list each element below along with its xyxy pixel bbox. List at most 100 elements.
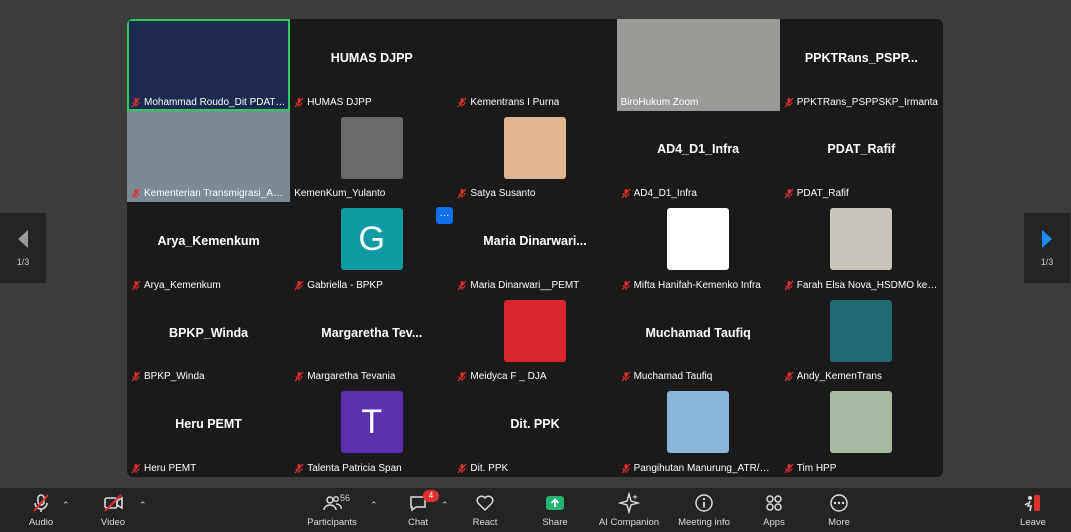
participant-tile[interactable]: AD4_D1_Infra AD4_D1_Infra [617,111,780,203]
page-indicator-right: 1/3 [1040,257,1054,267]
participant-tile[interactable]: Arya_Kemenkum Arya_Kemenkum [127,202,290,294]
participant-tile[interactable]: BPKP_Winda BPKP_Winda [127,294,290,386]
participant-name: Tim HPP [796,462,837,474]
participant-name: KemenKum_Yulanto [294,188,386,200]
participant-name-label: Margaretha Tevania [294,370,449,383]
mic-muted-icon [131,280,141,291]
participant-name: Mohammad Roudo_Dit PDAT Ba... [144,96,287,108]
mic-muted-icon [621,188,631,199]
more-options-button[interactable]: ··· [436,207,453,224]
participant-tile[interactable]: Kementerian Transmigrasi_Ab... [127,110,291,203]
participant-tile[interactable]: Heru PEMT Heru PEMT [127,385,290,477]
participant-tile[interactable]: Maria Dinarwari... Maria Dinarwari__PEMT [453,202,616,294]
share-button[interactable]: Share [520,492,590,528]
info-icon [695,494,713,512]
participant-tile[interactable]: Kementrans I Purna [453,19,616,111]
participant-tile[interactable]: Dit. PPK Dit. PPK [453,385,616,477]
chat-label: Chat [407,517,429,528]
participant-tile[interactable]: T Talenta Patricia Span [290,385,453,477]
participant-tile[interactable]: Andy_KemenTrans [780,294,943,386]
mic-muted-icon [294,280,304,291]
participant-tile[interactable]: Margaretha Tev... Margaretha Tevania [290,294,453,386]
chat-options-caret[interactable]: ⌃ [441,500,449,511]
participant-avatar [503,116,566,179]
participant-tile[interactable]: PDAT_Rafif PDAT_Rafif [780,111,943,203]
participant-avatar [667,391,730,454]
participant-tile[interactable]: Muchamad Taufiq Muchamad Taufiq [617,294,780,386]
audio-options-caret[interactable]: ⌃ [62,500,70,511]
participant-tile[interactable]: BiroHukum Zoom [616,19,780,111]
participant-tile[interactable]: Mohammad Roudo_Dit PDAT Ba... [127,19,291,111]
chevron-left-icon [18,230,28,248]
react-button[interactable]: React [450,492,520,528]
apps-label: Apps [763,517,785,528]
participant-tile[interactable]: Tim HPP [780,385,943,477]
participant-avatar [830,391,893,454]
leave-button[interactable]: Leave [998,492,1068,528]
participant-name-label: Gabriella - BPKP [294,279,449,292]
participant-tile[interactable]: HUMAS DJPP HUMAS DJPP [290,19,453,111]
participant-name-label: Farah Elsa Nova_HSDMO kem... [784,279,939,292]
participants-label: Participants [307,517,357,528]
video-button[interactable]: Video [78,492,148,528]
share-screen-icon [546,496,564,510]
next-page-button[interactable]: 1/3 [1024,213,1070,283]
participant-name-label: Muchamad Taufiq [621,370,776,383]
participant-initial-avatar: G [340,208,403,271]
meeting-info-button[interactable]: Meeting info [669,492,739,528]
more-dots-icon [830,494,848,512]
more-button[interactable]: More [804,492,874,528]
participant-name: Heru PEMT [144,462,197,474]
participant-tile[interactable]: Mifta Hanifah-Kemenko Infra [617,202,780,294]
participant-name: Talenta Patricia Span [307,462,402,474]
participant-tile[interactable]: Pangihutan Manurung_ATR/BP... [617,385,780,477]
mic-muted-icon [457,280,467,291]
ai-companion-label: AI Companion [598,517,660,528]
participant-name-label: HUMAS DJPP [294,96,449,109]
mic-muted-icon [457,463,467,474]
participant-name: Satya Susanto [470,188,536,200]
apps-button[interactable]: Apps [739,492,809,528]
participant-name: Kementerian Transmigrasi_Ab... [144,188,287,200]
participant-name: Pangihutan Manurung_ATR/BP... [633,462,776,474]
more-label: More [828,517,850,528]
participant-name: Dit. PPK [470,462,509,474]
previous-page-button[interactable]: 1/3 [0,213,46,283]
participant-name: AD4_D1_Infra [633,188,697,200]
participant-name: Margaretha Tevania [307,371,396,383]
participant-name-label: PPKTRans_PSPPSKP_Irmanta [784,96,939,109]
sparkle-icon [618,492,640,514]
participant-tile[interactable]: KemenKum_Yulanto [290,111,453,203]
participant-display-name: Maria Dinarwari... [483,233,587,248]
participant-name-label: Heru PEMT [131,462,286,475]
mic-muted-icon [457,97,467,107]
heart-icon [476,495,494,512]
page-indicator-left: 1/3 [16,257,30,267]
participant-name: Mifta Hanifah-Kemenko Infra [633,279,761,291]
participant-tile[interactable]: Farah Elsa Nova_HSDMO kem... [780,202,943,294]
mic-muted-icon [294,97,304,107]
participant-name: Gabriella - BPKP [307,279,383,291]
meeting-toolbar: Audio ⌃ Video ⌃ 56 Participants ⌃ 4 Chat… [0,488,1071,532]
participant-tile[interactable]: PPKTRans_PSPP... PPKTRans_PSPPSKP_Irmanta [780,19,943,111]
participant-initial-avatar: T [340,391,403,454]
participants-options-caret[interactable]: ⌃ [370,500,378,511]
mic-muted-icon [621,371,631,382]
participant-name: Maria Dinarwari__PEMT [470,279,580,291]
participant-name-label: Mifta Hanifah-Kemenko Infra [621,279,776,292]
participants-button[interactable]: 56 Participants [297,492,367,528]
participant-name-label: KemenKum_Yulanto [294,187,449,200]
participant-name-label: Kementrans I Purna [457,96,612,109]
mic-muted-icon [131,371,141,382]
mic-muted-icon [131,188,141,199]
participant-tile[interactable]: G Gabriella - BPKP [290,202,453,294]
ai-companion-button[interactable]: AI Companion [594,492,664,528]
participant-name-label: BiroHukum Zoom [621,96,776,109]
participant-tile[interactable]: Satya Susanto [453,111,616,203]
participant-name: Kementrans I Purna [470,96,560,108]
participant-name: PPKTRans_PSPPSKP_Irmanta [796,96,938,108]
video-options-caret[interactable]: ⌃ [139,500,147,511]
participant-name-label: Andy_KemenTrans [784,370,939,383]
participant-tile[interactable]: Meidyca F _ DJA [453,294,616,386]
participant-name-label: AD4_D1_Infra [621,187,776,200]
